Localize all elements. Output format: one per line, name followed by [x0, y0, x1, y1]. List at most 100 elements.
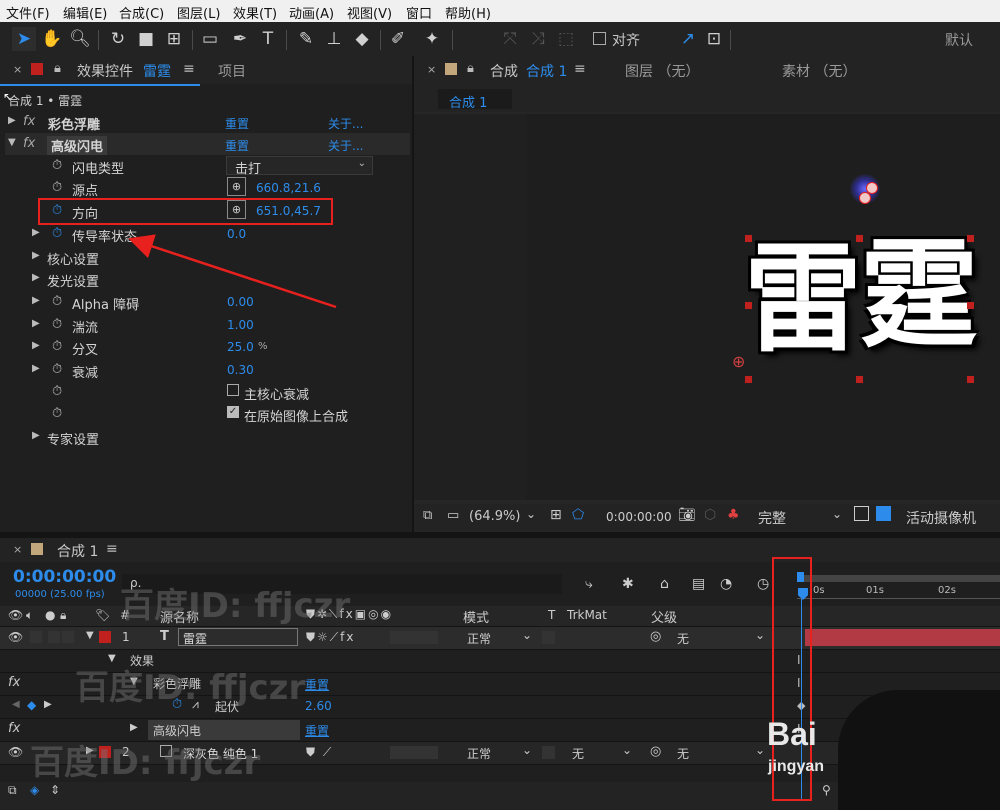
tab-composition[interactable]: 合成 [490, 61, 518, 81]
panel-menu-icon[interactable]: ≡ [574, 61, 586, 77]
chevron-down-icon[interactable]: ⌄ [622, 743, 632, 757]
chevron-down-icon[interactable]: ⌄ [755, 743, 765, 757]
audio-icon[interactable]: 🔈︎ [26, 608, 33, 623]
title-char-1: 雷 [744, 229, 863, 368]
layer-switches-icons[interactable]: ⛊☼⟋fx [306, 630, 355, 645]
bbox-handle[interactable] [856, 376, 863, 383]
region-of-interest-icon[interactable] [854, 506, 869, 521]
graph-editor-icon[interactable]: ◷ [757, 576, 769, 592]
direction-point-icon[interactable] [859, 192, 871, 204]
viewer-timecode[interactable]: 0:00:00:00 [606, 510, 672, 524]
pickwhip-icon[interactable]: ◎ [650, 629, 661, 644]
parent-dropdown[interactable]: 无 [677, 745, 689, 762]
reset-link[interactable]: 重置 [305, 722, 329, 739]
timeline-layer-row[interactable]: 👁︎ ▼ 1 T 雷霆 ⛊☼⟋fx 正常 ⌄ ◎ 无 ⌄ [0, 627, 1000, 650]
collapse-arrow-icon[interactable]: ▼ [86, 630, 94, 641]
next-keyframe-icon[interactable]: ▶ [44, 699, 52, 710]
zoom-level[interactable]: (64.9%) [469, 509, 520, 524]
work-area-bar[interactable] [797, 575, 1000, 582]
bbox-handle[interactable] [745, 376, 752, 383]
chevron-down-icon[interactable]: ⌄ [526, 507, 536, 521]
watermark-brand-sub: jingyan [768, 758, 825, 775]
bbox-handle[interactable] [967, 302, 974, 309]
keyframe-icon[interactable]: ◆ [27, 698, 36, 712]
show-snapshot-icon[interactable]: ⬡ [704, 507, 716, 523]
label-tag-icon[interactable]: 🏷︎ [95, 608, 110, 622]
chevron-down-icon[interactable]: ⌄ [522, 628, 532, 642]
fx-icon[interactable]: fx [8, 721, 20, 736]
timeline-timecode[interactable]: 0:00:00:00 [13, 567, 116, 587]
comp-color-swatch [445, 63, 457, 75]
solo-icon[interactable]: ● [45, 608, 55, 622]
camera-view-dropdown[interactable]: 活动摄像机 [906, 508, 976, 528]
comp-flowchart-icon[interactable]: ⤷ [585, 576, 593, 592]
comp-subtab[interactable]: 合成 1 [438, 89, 512, 111]
pickwhip-icon[interactable]: ◎ [650, 744, 661, 759]
lock-toggle[interactable] [62, 631, 74, 643]
toggle-modes-icon[interactable]: ◈ [30, 783, 39, 797]
ruler-label: 02s [938, 585, 956, 596]
layer-switches-icons[interactable]: ⛊ ⟋ [306, 745, 333, 760]
layer-switch-boxes[interactable] [390, 631, 438, 644]
tab-layer[interactable]: 图层 （无） [625, 61, 699, 81]
zoom-search-icon[interactable]: ⚲ [822, 783, 831, 797]
eye-icon[interactable]: 👁︎ [8, 608, 23, 622]
mode-dropdown[interactable]: 正常 [467, 745, 491, 762]
tab-footage[interactable]: 素材 （无） [782, 61, 856, 81]
preserve-transparency-toggle[interactable] [542, 746, 555, 759]
bbox-handle[interactable] [967, 376, 974, 383]
tab-timeline-comp[interactable]: 合成 1 [57, 541, 98, 561]
monitor-icon[interactable]: ▭ [447, 508, 459, 523]
close-icon[interactable]: × [13, 543, 22, 556]
bbox-handle[interactable] [856, 235, 863, 242]
comp-subtab-label: 合成 1 [449, 96, 488, 111]
snapshot-camera-icon[interactable]: 📷︎ [678, 507, 696, 523]
eye-icon[interactable]: 👁︎ [8, 745, 23, 759]
mode-dropdown[interactable]: 正常 [467, 630, 491, 647]
tab-composition-name[interactable]: 合成 1 [526, 61, 567, 81]
anchor-point-icon[interactable]: ⊕ [732, 352, 745, 371]
lock-icon[interactable]: 🔒︎ [60, 608, 66, 623]
property-value[interactable]: 2.60 [305, 699, 332, 713]
bbox-handle[interactable] [745, 302, 752, 309]
layer-label-color[interactable] [99, 631, 111, 643]
reset-link[interactable]: 重置 [305, 676, 329, 693]
toggle-duration-icon[interactable]: ⇕ [50, 783, 60, 797]
chevron-down-icon[interactable]: ⌄ [755, 628, 765, 642]
transparency-grid-icon[interactable] [876, 506, 891, 521]
lock-icon[interactable]: 🔒︎ [467, 61, 474, 76]
chevron-down-icon[interactable]: ⌄ [522, 743, 532, 757]
frame-blending-icon[interactable]: ▤ [692, 576, 705, 592]
mask-visibility-icon[interactable]: ⬠ [572, 507, 584, 523]
always-preview-icon[interactable]: ⧉ [423, 508, 432, 523]
bbox-handle[interactable] [745, 235, 752, 242]
motion-blur-icon[interactable]: ◔ [720, 576, 732, 592]
watermark-text: 百度ID: ffjczr [120, 586, 351, 626]
resolution-dropdown[interactable]: 完整 ⌄ [754, 507, 848, 527]
expand-arrow-icon[interactable]: ▶ [130, 722, 138, 733]
comp-canvas[interactable]: 雷 霆 ⊕ [414, 114, 1000, 500]
fx-icon[interactable]: fx [8, 675, 20, 690]
text-layer-icon: T [160, 629, 169, 644]
layer-number: 1 [122, 630, 130, 644]
layer-name-field[interactable]: 雷霆 [178, 628, 298, 646]
grid-icon[interactable]: ⊞ [550, 507, 562, 523]
eye-icon[interactable]: 👁︎ [8, 630, 23, 644]
shy-layers-icon[interactable]: ⌂ [660, 576, 669, 592]
audio-toggle[interactable] [30, 631, 42, 643]
panel-menu-icon[interactable]: ≡ [106, 541, 118, 557]
channel-rgb-icon[interactable]: ♣ [727, 507, 740, 523]
parent-dropdown[interactable]: 无 [677, 630, 689, 647]
trkmat-dropdown[interactable]: 无 [572, 745, 584, 762]
layer-duration-bar[interactable] [805, 629, 1000, 646]
prev-keyframe-icon[interactable]: ◀ [12, 699, 20, 710]
mode-header: 模式 [463, 611, 490, 626]
preserve-transparency-toggle[interactable] [542, 631, 555, 644]
ruler-label: 0s [813, 585, 825, 596]
bbox-handle[interactable] [967, 235, 974, 242]
close-icon[interactable]: × [427, 63, 436, 76]
layer-switch-boxes[interactable] [390, 746, 438, 759]
solo-toggle[interactable] [48, 631, 60, 643]
toggle-switches-icon[interactable]: ⧉ [8, 783, 17, 798]
3d-draft-icon[interactable]: ✱ [622, 576, 634, 592]
